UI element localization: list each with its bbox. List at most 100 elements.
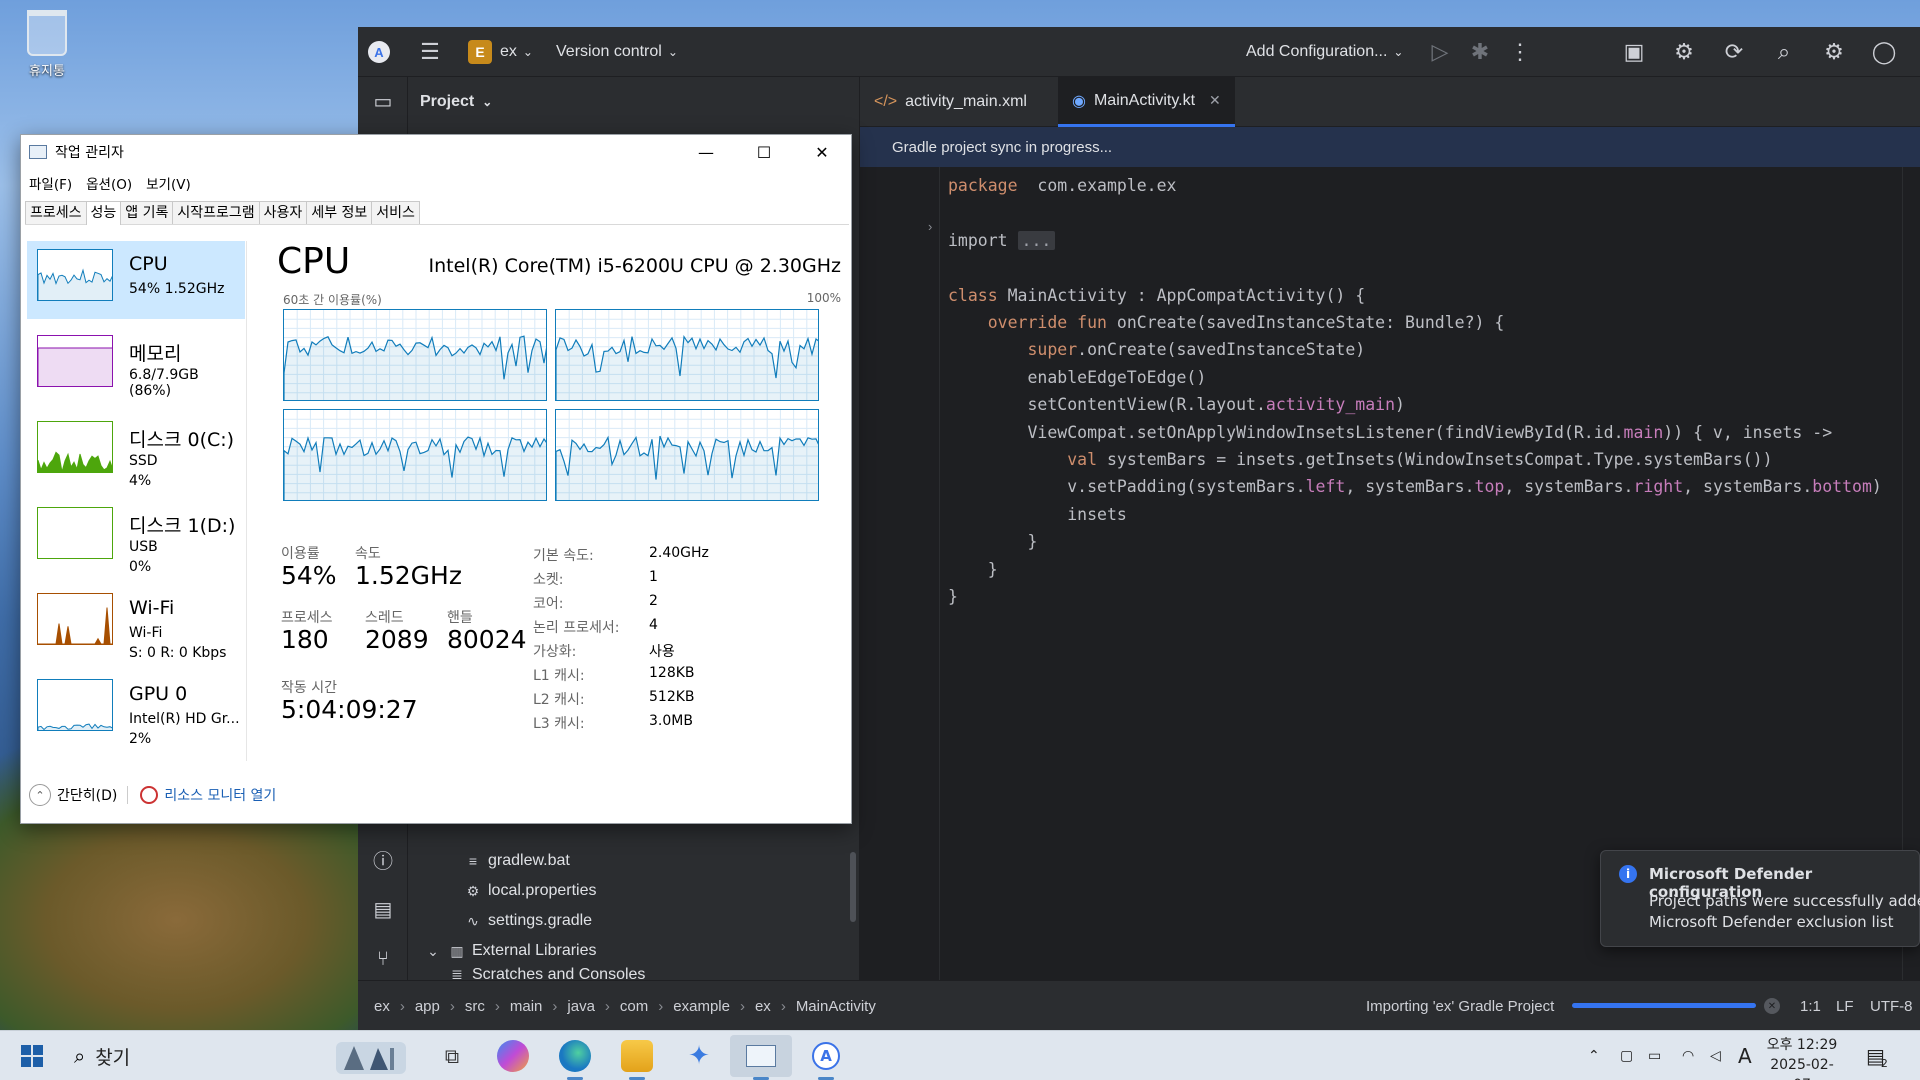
core-usage-line	[556, 310, 818, 400]
vcs-menu[interactable]: Version control ⌄	[556, 27, 678, 77]
folded-imports[interactable]: ...	[1017, 230, 1056, 250]
tab-startup[interactable]: 시작프로그램	[172, 201, 260, 224]
taskbar-clock[interactable]: 오후 12:29 2025-02-07	[1762, 1035, 1842, 1080]
android-studio-taskbar-button[interactable]: A	[808, 1031, 844, 1080]
maximize-button[interactable]: ☐	[735, 135, 793, 169]
project-panel-header[interactable]: Project ⌄	[420, 77, 492, 127]
sidebar-item-detail: 54% 1.52GHz	[129, 281, 225, 297]
tab-details[interactable]: 세부 정보	[306, 201, 373, 224]
project-vertical-scrollbar[interactable]	[850, 852, 856, 922]
caret-position[interactable]: 1:1	[1800, 981, 1821, 1031]
file-explorer-icon[interactable]	[621, 1040, 653, 1072]
tab-mainactivity-kt[interactable]: ◉ MainActivity.kt ✕	[1058, 77, 1235, 127]
processes-label: 프로세스	[281, 610, 333, 626]
edge-browser-icon[interactable]	[559, 1040, 591, 1072]
fold-chevron-icon[interactable]: ›	[928, 219, 932, 234]
tab-services[interactable]: 서비스	[371, 201, 420, 224]
file-encoding[interactable]: UTF-8	[1870, 981, 1913, 1031]
breadcrumb-item[interactable]: ex	[755, 998, 771, 1015]
settings-gear-icon[interactable]: ⚙	[1820, 38, 1848, 66]
menu-view[interactable]: 보기(V)	[146, 173, 191, 193]
tab-activity-main-xml[interactable]: </> activity_main.xml	[860, 77, 1041, 127]
speed-value: 1.52GHz	[355, 561, 462, 590]
chevron-up-icon[interactable]: ⌃	[29, 784, 51, 806]
sidebar-item-disk0[interactable]: 디스크 0(C:) SSD 4%	[27, 413, 245, 491]
tab-app-history[interactable]: 앱 기록	[120, 201, 174, 224]
tree-item-external-libraries[interactable]: ⌄ ▥ External Libraries	[424, 936, 597, 966]
open-resource-monitor-link[interactable]: 리소스 모니터 열기	[164, 785, 276, 805]
gradle-file-icon: ∿	[467, 912, 479, 929]
defender-notification[interactable]: i Microsoft Defender configuration Proje…	[1600, 850, 1920, 947]
debug-icon[interactable]: ✱	[1466, 38, 1494, 66]
run-icon[interactable]: ▷	[1426, 38, 1454, 66]
breadcrumb-item[interactable]: example	[673, 998, 730, 1015]
task-view-icon[interactable]: ⧉	[434, 1031, 470, 1080]
sidebar-item-memory[interactable]: 메모리 6.8/7.9GB (86%)	[27, 327, 245, 405]
search-highlight-art[interactable]	[330, 1031, 410, 1080]
device-manager-icon[interactable]: ▣	[1620, 38, 1648, 66]
close-button[interactable]: ✕	[793, 135, 851, 169]
show-hidden-icons[interactable]: ⌃	[1588, 1031, 1600, 1080]
copilot-icon[interactable]	[497, 1040, 529, 1072]
code-token: bottom	[1812, 477, 1872, 497]
cancel-task-icon[interactable]: ✕	[1764, 981, 1780, 1031]
breadcrumb: ex › app › src › main › java › com › example › ex › Main…	[374, 981, 876, 1031]
ide-logo[interactable]: A	[368, 27, 390, 77]
terminal-icon[interactable]: ▤	[369, 895, 397, 923]
task-manager-icon	[746, 1045, 776, 1067]
meet-now-icon[interactable]: ▢	[1620, 1031, 1633, 1080]
code-token: activity_main	[1265, 395, 1396, 415]
tab-users[interactable]: 사용자	[258, 201, 308, 224]
tree-item-settings-gradle[interactable]: ∿ settings.gradle	[464, 906, 592, 936]
tab-performance[interactable]: 성능	[85, 201, 122, 225]
battery-icon[interactable]: ▭	[1648, 1031, 1661, 1080]
breadcrumb-item[interactable]: ex	[374, 998, 390, 1015]
ime-indicator[interactable]: A	[1738, 1031, 1752, 1080]
graph-label: 60초 간 이용률(%)	[283, 293, 382, 307]
project-switcher[interactable]: E ex ⌄	[468, 27, 533, 77]
project-folder-icon[interactable]: ▭	[369, 87, 397, 115]
start-button[interactable]	[14, 1031, 50, 1080]
main-menu-icon[interactable]: ☰	[416, 38, 444, 66]
search-icon[interactable]: ⌕	[1770, 38, 1798, 66]
menu-options[interactable]: 옵션(O)	[86, 173, 132, 193]
sidebar-item-wifi[interactable]: Wi-Fi Wi-Fi S: 0 R: 0 Kbps	[27, 585, 245, 663]
tab-processes[interactable]: 프로세스	[25, 201, 87, 224]
sidebar-item-disk1[interactable]: 디스크 1(D:) USB 0%	[27, 499, 245, 577]
breadcrumb-item[interactable]: MainActivity	[796, 998, 876, 1015]
tree-item-gradlew-bat[interactable]: ≡ gradlew.bat	[464, 846, 570, 876]
sidebar-item-gpu0[interactable]: GPU 0 Intel(R) HD Gr... 2%	[27, 671, 245, 749]
breadcrumb-item[interactable]: com	[620, 998, 648, 1015]
account-icon[interactable]: ◯	[1870, 38, 1898, 66]
more-actions-icon[interactable]: ⋮	[1506, 38, 1534, 66]
tree-item-scratches[interactable]: ≣ Scratches and Consoles	[448, 966, 645, 980]
fewer-details-link[interactable]: 간단히(D)	[57, 785, 117, 805]
breadcrumb-item[interactable]: app	[415, 998, 440, 1015]
sidebar-item-cpu[interactable]: CPU 54% 1.52GHz	[27, 241, 245, 319]
mini-graph	[37, 421, 113, 473]
run-config-selector[interactable]: Add Configuration... ⌄	[1246, 27, 1403, 77]
close-tab-icon[interactable]: ✕	[1209, 92, 1221, 109]
task-manager-taskbar-button[interactable]	[730, 1035, 792, 1077]
minimize-button[interactable]: —	[677, 135, 735, 169]
gemini-sparkle-icon[interactable]: ✦	[683, 1031, 715, 1080]
chevron-down-icon: ⌄	[1393, 45, 1404, 59]
wifi-icon[interactable]: ◠	[1682, 1031, 1694, 1080]
sdk-manager-icon[interactable]: ⚙	[1670, 38, 1698, 66]
breadcrumb-item[interactable]: main	[510, 998, 543, 1015]
volume-icon[interactable]: ◁	[1710, 1031, 1721, 1080]
tree-item-local-properties[interactable]: ⚙ local.properties	[464, 876, 597, 906]
code-line: v.setPadding(systemBars.left, systemBars…	[948, 476, 1882, 498]
line-separator[interactable]: LF	[1836, 981, 1854, 1031]
background-task-label[interactable]: Importing 'ex' Gradle Project	[1366, 981, 1554, 1031]
menu-file[interactable]: 파일(F)	[29, 173, 72, 193]
breadcrumb-item[interactable]: src	[465, 998, 485, 1015]
recycle-bin-shortcut[interactable]: 휴지통	[14, 10, 80, 79]
problems-icon[interactable]: ⓘ	[369, 845, 397, 873]
tree-item-label: External Libraries	[472, 942, 597, 959]
sync-gradle-icon[interactable]: ⟳	[1720, 38, 1748, 66]
git-branch-icon[interactable]: ⑂	[369, 945, 397, 973]
breadcrumb-item[interactable]: java	[567, 998, 595, 1015]
task-manager-titlebar[interactable]: 작업 관리자 — ☐ ✕	[21, 135, 851, 169]
notification-center[interactable]: ▤ 2	[1866, 1031, 1888, 1080]
